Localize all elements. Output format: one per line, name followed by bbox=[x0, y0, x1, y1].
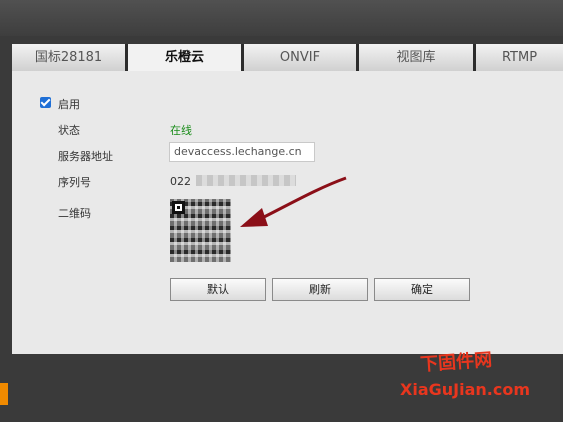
settings-panel: 国标28181 乐橙云 ONVIF 视图库 RTMP 启用 状态 在线 服务器地… bbox=[12, 44, 563, 354]
serial-label: 序列号 bbox=[58, 176, 91, 189]
enable-label: 启用 bbox=[58, 98, 80, 111]
qr-code-image bbox=[170, 199, 231, 262]
default-button[interactable]: 默认 bbox=[170, 278, 266, 301]
server-address-input[interactable]: devaccess.lechange.cn bbox=[169, 142, 315, 162]
qr-code-label: 二维码 bbox=[58, 207, 91, 220]
side-handle[interactable] bbox=[0, 383, 8, 405]
enable-checkbox[interactable] bbox=[40, 97, 51, 108]
serial-value: 022 bbox=[170, 175, 191, 188]
qr-finder-pattern bbox=[172, 201, 185, 214]
tab-bar: 国标28181 乐橙云 ONVIF 视图库 RTMP bbox=[12, 44, 563, 71]
server-address-label: 服务器地址 bbox=[58, 150, 113, 163]
tab-onvif[interactable]: ONVIF bbox=[244, 44, 359, 71]
tab-view-library[interactable]: 视图库 bbox=[359, 44, 476, 71]
serial-redacted bbox=[196, 175, 296, 186]
confirm-button[interactable]: 确定 bbox=[374, 278, 470, 301]
tab-gb28181[interactable]: 国标28181 bbox=[12, 44, 128, 71]
status-label: 状态 bbox=[58, 124, 80, 137]
tab-lechange-cloud[interactable]: 乐橙云 bbox=[128, 44, 244, 71]
tab-rtmp[interactable]: RTMP bbox=[476, 44, 563, 71]
watermark-cn: 下固件网 bbox=[419, 349, 493, 376]
top-bar bbox=[0, 0, 563, 36]
status-value: 在线 bbox=[170, 124, 192, 137]
refresh-button[interactable]: 刷新 bbox=[272, 278, 368, 301]
watermark-en: XiaGuJian.com bbox=[400, 380, 530, 399]
